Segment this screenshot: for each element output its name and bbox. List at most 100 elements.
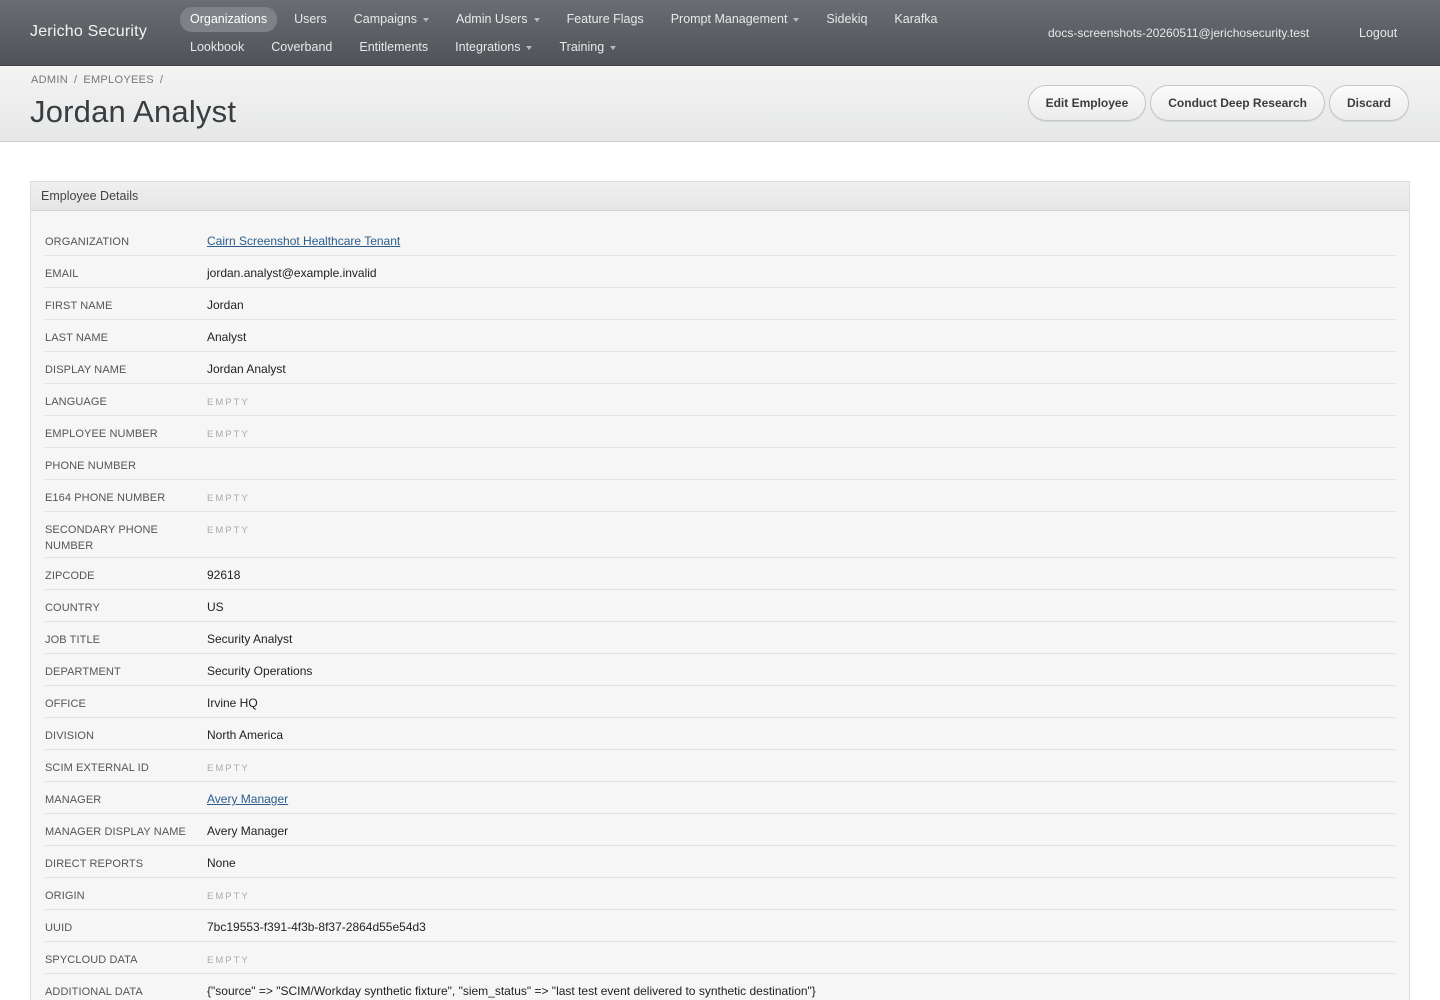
- detail-row-manager: Manager Avery Manager: [45, 782, 1395, 814]
- detail-value: Security Analyst: [207, 632, 293, 646]
- edit-employee-button[interactable]: Edit Employee: [1027, 85, 1147, 121]
- detail-label: Manager: [45, 794, 102, 806]
- detail-label: SCIM External ID: [45, 762, 149, 774]
- panel-heading: Employee Details: [31, 182, 1409, 211]
- detail-row-last-name: Last Name Analyst: [45, 320, 1395, 352]
- detail-label: Department: [45, 666, 121, 678]
- nav-item-label: Prompt Management: [670, 12, 788, 26]
- detail-row-language: Language EMPTY: [45, 384, 1395, 416]
- detail-value: Jordan Analyst: [207, 362, 286, 376]
- detail-row-spycloud-data: Spycloud Data EMPTY: [45, 942, 1395, 974]
- conduct-deep-research-button[interactable]: Conduct Deep Research: [1150, 85, 1325, 121]
- nav-item-training[interactable]: Training: [549, 35, 626, 60]
- detail-value: Avery Manager: [207, 824, 289, 838]
- caret-down-icon: [423, 17, 430, 22]
- nav-item-integrations[interactable]: Integrations: [445, 35, 542, 60]
- detail-label: Office: [45, 698, 86, 710]
- detail-label: Zipcode: [45, 570, 95, 582]
- detail-value: Avery Manager: [207, 782, 288, 813]
- detail-value: Security Operations: [207, 664, 313, 678]
- detail-row-organization: Organization Cairn Screenshot Healthcare …: [45, 224, 1395, 256]
- nav-item-lookbook[interactable]: Lookbook: [180, 35, 254, 60]
- discard-button[interactable]: Discard: [1328, 85, 1409, 121]
- detail-label: Manager Display Name: [45, 826, 186, 838]
- detail-value: {"source" => "SCIM/Workday synthetic fix…: [207, 984, 816, 998]
- empty-value: EMPTY: [207, 955, 250, 966]
- detail-label: Secondary Phone Number: [45, 524, 158, 552]
- nav-item-label: Training: [559, 40, 605, 54]
- nav-item-coverband[interactable]: Coverband: [261, 35, 342, 60]
- nav-item-users[interactable]: Users: [284, 7, 337, 32]
- detail-label: Country: [45, 602, 100, 614]
- nav-item-label: Feature Flags: [566, 12, 644, 26]
- employee-details-panel: Employee Details Organization Cairn Scree…: [30, 181, 1410, 1000]
- detail-label: E164 Phone Number: [45, 492, 166, 504]
- detail-row-uuid: UUID 7bc19553-f391-4f3b-8f37-2864d55e54d3: [45, 910, 1395, 942]
- manager-link[interactable]: Avery Manager: [207, 792, 288, 806]
- detail-label: Display Name: [45, 364, 127, 376]
- nav-item-campaigns[interactable]: Campaigns: [344, 7, 439, 32]
- detail-label: First Name: [45, 300, 113, 312]
- detail-row-secondary-phone-number: Secondary Phone Number EMPTY: [45, 512, 1395, 558]
- nav-item-label: Admin Users: [456, 12, 528, 26]
- nav-item-label: Campaigns: [353, 12, 418, 26]
- detail-label: Employee Number: [45, 428, 158, 440]
- nav-item-label: Karafka: [894, 12, 938, 26]
- detail-value: US: [207, 600, 224, 614]
- empty-value: EMPTY: [207, 525, 250, 536]
- detail-row-department: Department Security Operations: [45, 654, 1395, 686]
- nav-item-admin-users[interactable]: Admin Users: [446, 7, 550, 32]
- brand-logo[interactable]: Jericho Security: [30, 23, 147, 41]
- breadcrumb-employees[interactable]: EMPLOYEES: [83, 74, 154, 86]
- nav-item-label: Organizations: [190, 12, 268, 26]
- breadcrumb-admin[interactable]: ADMIN: [31, 74, 68, 86]
- nav-item-feature-flags[interactable]: Feature Flags: [557, 7, 654, 32]
- organization-link[interactable]: Cairn Screenshot Healthcare Tenant: [207, 234, 400, 248]
- nav-row-secondary: Lookbook Coverband Entitlements Integration…: [180, 35, 633, 60]
- detail-label: Last Name: [45, 332, 109, 344]
- nav-item-label: Users: [294, 12, 327, 26]
- detail-label: Job Title: [45, 634, 101, 646]
- detail-row-office: Office Irvine HQ: [45, 686, 1395, 718]
- detail-value: jordan.analyst@example.invalid: [207, 266, 377, 280]
- nav-item-prompt-management[interactable]: Prompt Management: [661, 7, 810, 32]
- detail-value: Analyst: [207, 330, 247, 344]
- current-user-email[interactable]: docs-screenshots-20260511@jerichosecurit…: [1048, 26, 1309, 40]
- detail-label: Division: [45, 730, 95, 742]
- detail-label: Spycloud Data: [45, 954, 138, 966]
- detail-value: 92618: [207, 568, 241, 582]
- empty-value: EMPTY: [207, 763, 250, 774]
- logout-link[interactable]: Logout: [1359, 26, 1397, 40]
- breadcrumb-separator: /: [73, 74, 78, 86]
- details-list: Organization Cairn Screenshot Healthcare …: [45, 224, 1395, 1000]
- action-buttons: Edit Employee Conduct Deep Research Disc…: [1027, 85, 1409, 121]
- nav-item-label: Coverband: [271, 40, 333, 54]
- detail-row-first-name: First Name Jordan: [45, 288, 1395, 320]
- detail-value: None: [207, 856, 236, 870]
- caret-down-icon: [526, 45, 533, 50]
- detail-row-manager-display-name: Manager Display Name Avery Manager: [45, 814, 1395, 846]
- detail-label: Origin: [45, 890, 85, 902]
- detail-row-additional-data: Additional Data {"source" => "SCIM/Workda…: [45, 974, 1395, 1000]
- detail-label: Organization: [45, 236, 130, 248]
- caret-down-icon: [533, 17, 540, 22]
- nav-item-label: Sidekiq: [826, 12, 868, 26]
- detail-label: Language: [45, 396, 107, 408]
- nav-item-karafka[interactable]: Karafka: [884, 7, 947, 32]
- nav-item-label: Lookbook: [190, 40, 245, 54]
- detail-label: Direct Reports: [45, 858, 144, 870]
- detail-label: UUID: [45, 922, 73, 934]
- detail-label: Phone Number: [45, 460, 137, 472]
- detail-row-job-title: Job Title Security Analyst: [45, 622, 1395, 654]
- caret-down-icon: [610, 45, 617, 50]
- page-title: Jordan Analyst: [30, 94, 237, 129]
- detail-row-phone-number: Phone Number: [45, 448, 1395, 480]
- breadcrumb-separator: /: [159, 74, 164, 86]
- detail-label: Additional Data: [45, 986, 143, 998]
- nav-item-sidekiq[interactable]: Sidekiq: [816, 7, 877, 32]
- nav-item-organizations[interactable]: Organizations: [180, 7, 278, 32]
- nav-item-entitlements[interactable]: Entitlements: [349, 35, 438, 60]
- nav-item-label: Entitlements: [359, 40, 429, 54]
- detail-row-origin: Origin EMPTY: [45, 878, 1395, 910]
- detail-value: Cairn Screenshot Healthcare Tenant: [207, 224, 400, 255]
